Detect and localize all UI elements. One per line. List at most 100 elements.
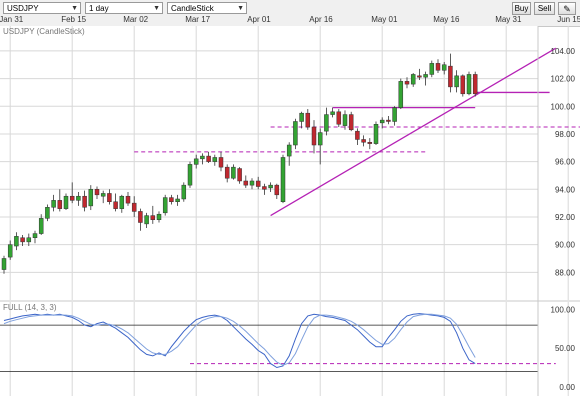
candle [466, 71, 472, 96]
candle-body [435, 63, 441, 71]
candle-body [274, 184, 280, 196]
candle-body [88, 189, 94, 207]
candle-body [299, 112, 304, 122]
candle-body [361, 139, 366, 143]
candle-body [231, 166, 236, 179]
y-tick-label: 92.00 [555, 213, 576, 222]
candle-body [69, 195, 75, 201]
candle [460, 74, 466, 97]
candle-body [255, 180, 261, 187]
candle-body [237, 168, 242, 182]
candle-body [1, 258, 7, 270]
price-pane-title: USDJPY (CandleStick) [3, 27, 85, 36]
candle [472, 71, 478, 97]
y-tick-label: 100.00 [551, 102, 576, 111]
candle-body [131, 202, 137, 212]
candle-body [181, 184, 187, 200]
price-chart: 88.00 90.00 92.00 94.00 96.00 98.00 100.00 102.… [0, 26, 580, 396]
candle-body [51, 200, 56, 208]
candle-body [218, 157, 224, 168]
candle-body [243, 180, 249, 186]
candle-body [169, 197, 174, 202]
candle [187, 161, 193, 188]
oscillator-y-tick-label: 0.00 [559, 383, 575, 392]
candle-body [20, 237, 25, 243]
candle-body [38, 218, 44, 234]
candle-body [187, 164, 193, 186]
candle-body [324, 114, 329, 132]
candle-body [156, 213, 162, 220]
candle-body [367, 141, 373, 144]
candle [373, 121, 379, 146]
candle-body [7, 244, 13, 258]
candle-body [268, 184, 273, 189]
candle-body [193, 158, 199, 165]
y-tick-label: 102.00 [551, 75, 576, 84]
y-tick-label: 88.00 [555, 268, 576, 277]
candle-body [293, 121, 298, 146]
y-tick-label: 94.00 [555, 185, 576, 194]
candle-body [386, 119, 391, 122]
candle-body [94, 189, 100, 196]
candle-body [26, 237, 32, 243]
y-tick-label: 96.00 [555, 158, 576, 167]
candle-body [311, 126, 317, 146]
candle-body [100, 193, 106, 197]
candle-body [336, 111, 342, 125]
candle-body [150, 215, 156, 220]
price-plot-area [0, 26, 538, 300]
candle-body [280, 157, 286, 202]
candle-body [448, 65, 453, 88]
candle-body [286, 144, 292, 157]
candle-body [57, 200, 63, 209]
candle-body [212, 157, 218, 162]
y-tick-label: 90.00 [555, 241, 576, 250]
candle-body [45, 207, 50, 219]
candle [162, 194, 168, 216]
candle-body [417, 75, 422, 78]
candle-body [200, 155, 205, 160]
candle-body [398, 81, 404, 108]
candle-body [423, 74, 428, 78]
candle-body [224, 166, 230, 179]
y-tick-label: 104.00 [551, 47, 576, 56]
candle [398, 78, 404, 110]
candle-body [472, 74, 478, 95]
y-tick-label: 98.00 [555, 130, 576, 139]
candle-body [206, 155, 211, 162]
candle-body [454, 75, 459, 88]
candle-body [466, 74, 472, 95]
candle-body [32, 233, 38, 238]
candle-body [317, 132, 323, 146]
candle-body [429, 63, 435, 75]
candle-body [113, 201, 118, 209]
candle-body [107, 193, 112, 202]
oscillator-y-tick-label: 50.00 [555, 344, 576, 353]
candle-body [144, 215, 149, 225]
candle-body [355, 130, 360, 140]
oscillator-y-tick-label: 100.00 [551, 306, 576, 315]
candle-body [249, 180, 255, 186]
candle-body [404, 81, 410, 85]
candle-body [119, 195, 125, 209]
candle [293, 118, 298, 150]
candle-body [138, 211, 143, 223]
candle-body [82, 195, 87, 208]
candle-body [262, 186, 267, 190]
candle-body [373, 124, 379, 144]
candle-body [392, 107, 397, 122]
candle-body [63, 195, 69, 209]
candle [181, 182, 187, 202]
price-axis-labels: 88.00 90.00 92.00 94.00 96.00 98.00 100.00 102.… [551, 47, 576, 277]
candle-body [14, 236, 19, 247]
candle-body [379, 119, 385, 124]
candle [336, 109, 342, 128]
candle-body [175, 198, 180, 202]
candle-body [305, 112, 311, 128]
candle [280, 154, 286, 204]
candle-body [410, 74, 416, 85]
oscillator-pane-title: FULL (14, 3, 3) [3, 303, 57, 312]
candle [348, 111, 354, 132]
candle-body [330, 111, 335, 115]
candle-body [125, 195, 131, 204]
